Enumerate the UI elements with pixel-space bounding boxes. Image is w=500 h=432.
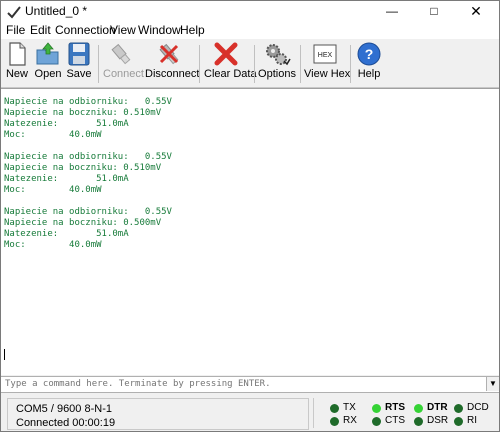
terminal-line: Natezenie: 51.0mA [4,119,129,129]
dcd-label: DCD [467,402,489,413]
text-cursor [4,349,5,360]
svg-text:HEX: HEX [318,52,333,59]
view-hex-label: View Hex [304,68,351,80]
clear-x-icon [214,42,238,66]
clear-data-label: Clear Data [204,68,257,80]
ri-label: RI [467,415,477,426]
toolbar-separator [350,45,351,83]
connection-status-panel: COM5 / 9600 8-N-1 Connected 00:00:19 [7,398,309,430]
chevron-down-icon: ▼ [489,379,497,388]
window-title: Untitled_0 * [25,4,88,18]
terminal-line: Napiecie na boczniku: 0.500mV [4,218,162,228]
tx-label: TX [343,402,356,413]
open-label: Open [34,68,62,80]
app-icon [7,6,21,19]
connection-time: Connected 00:00:19 [16,417,116,429]
options-label: Options [258,68,296,80]
connect-label: Connect [103,68,144,80]
toolbar: New Open Save Connect Disconnect Clear D… [1,39,499,88]
terminal-line: Napiecie na boczniku: 0.510mV [4,108,162,118]
menu-bar: File Edit Connection View Window Help [1,22,499,39]
toolbar-separator [300,45,301,83]
rts-label: RTS [385,402,405,413]
command-bar: ▼ [1,376,499,393]
cts-label: CTS [385,415,405,426]
dsr-led [414,417,423,426]
open-button[interactable]: Open [34,41,62,85]
dtr-led [414,404,423,413]
app-window: Untitled_0 * — □ ✕ File Edit Connection … [0,0,500,432]
disconnect-label: Disconnect [145,68,200,80]
rx-label: RX [343,415,357,426]
title-bar: Untitled_0 * — □ ✕ [1,1,499,22]
command-history-dropdown[interactable]: ▼ [486,377,499,391]
signal-leds: TX RX RTS CTS DTR DSR DCD RI [313,398,498,428]
dcd-led [454,404,463,413]
new-document-icon [9,42,26,66]
clear-data-button[interactable]: Clear Data [204,41,257,85]
help-label: Help [357,68,381,80]
terminal-line: Napiecie na odbiorniku: 0.55V [4,97,172,107]
terminal-line: Moc: 40.0mW [4,185,102,195]
rx-led [330,417,339,426]
dtr-label: DTR [427,402,448,413]
toolbar-separator [199,45,200,83]
toolbar-separator [254,45,255,83]
options-button[interactable]: Options [258,41,296,85]
terminal-line: Natezenie: 51.0mA [4,174,129,184]
save-button[interactable]: Save [66,41,92,85]
rts-led [372,404,381,413]
close-button[interactable]: ✕ [461,1,491,22]
toolbar-separator [98,45,99,83]
view-hex-button[interactable]: HEX View Hex [304,41,351,85]
usb-disconnect-icon [159,43,179,65]
terminal-line: Natezenie: 51.0mA [4,229,129,239]
menu-help[interactable]: Help [180,23,205,37]
terminal-line: Moc: 40.0mW [4,130,102,140]
menu-connection[interactable]: Connection [55,23,116,37]
open-folder-icon [36,42,59,65]
new-label: New [5,68,28,80]
hex-icon: HEX [313,44,337,64]
command-input[interactable] [3,377,483,391]
terminal-line: Napiecie na odbiorniku: 0.55V [4,207,172,217]
terminal-line: Moc: 40.0mW [4,240,102,250]
help-question-icon: ? [357,42,381,66]
menu-edit[interactable]: Edit [30,23,51,37]
status-bar: COM5 / 9600 8-N-1 Connected 00:00:19 TX … [1,393,499,431]
svg-text:?: ? [365,46,374,62]
help-button[interactable]: ? Help [355,41,383,85]
terminal-line: Napiecie na boczniku: 0.510mV [4,163,162,173]
ri-led [454,417,463,426]
cts-led [372,417,381,426]
new-button[interactable]: New [4,41,30,85]
menu-view[interactable]: View [110,23,136,37]
save-label: Save [66,68,92,80]
save-disk-icon [68,42,90,66]
tx-led [330,404,339,413]
disconnect-button[interactable]: Disconnect [145,41,200,85]
connect-button[interactable]: Connect [103,41,144,85]
menu-file[interactable]: File [6,23,25,37]
dsr-label: DSR [427,415,449,426]
menu-window[interactable]: Window [138,23,181,37]
port-settings: COM5 / 9600 8-N-1 [16,403,112,415]
minimize-button[interactable]: — [377,1,407,22]
maximize-button[interactable]: □ [419,1,449,22]
terminal-line: Napiecie na odbiorniku: 0.55V [4,152,172,162]
usb-plug-icon [111,43,131,65]
gears-icon [266,44,291,66]
terminal-output[interactable]: Napiecie na odbiorniku: 0.55V Napiecie n… [1,88,499,375]
terminal-text: Napiecie na odbiorniku: 0.55V Napiecie n… [4,97,172,251]
